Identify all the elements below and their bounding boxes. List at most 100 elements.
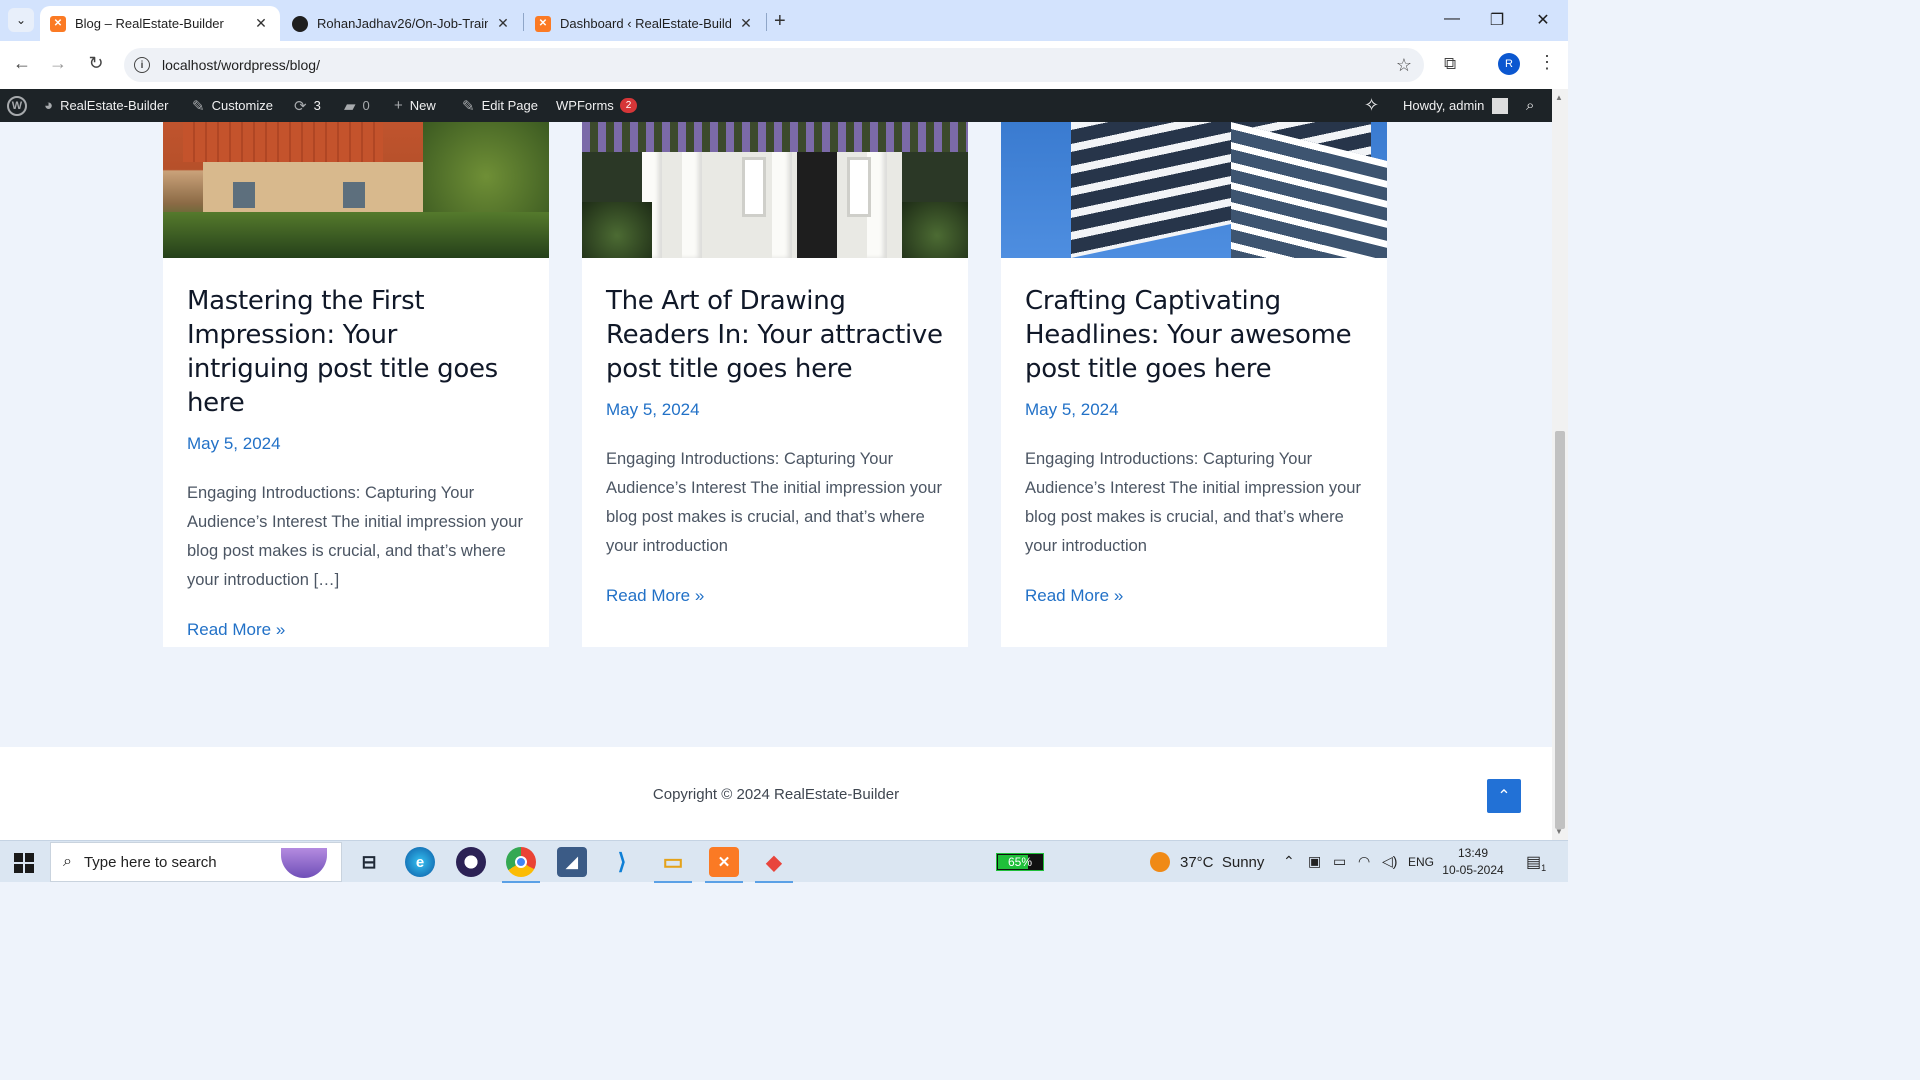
task-view-icon[interactable]: ⊟ bbox=[354, 847, 384, 877]
xampp-icon[interactable]: ✕ bbox=[705, 847, 743, 883]
dashboard-gauge-icon: ◕ bbox=[44, 97, 54, 114]
plus-icon: + bbox=[394, 97, 403, 114]
post-card: Mastering the First Impression: Your int… bbox=[163, 122, 549, 647]
browser-tab-dashboard[interactable]: ✕ Dashboard ‹ RealEstate-Builder ✕ bbox=[525, 6, 765, 41]
admin-bar-site-name[interactable]: ◕ RealEstate-Builder bbox=[44, 89, 168, 122]
system-clock[interactable]: 13:49 10-05-2024 bbox=[1440, 845, 1506, 879]
battery-icon[interactable]: ▭ bbox=[1333, 853, 1346, 870]
extensions-icon[interactable]: ⧉ bbox=[1444, 54, 1456, 74]
wifi-icon[interactable]: ◠ bbox=[1358, 853, 1370, 870]
post-title[interactable]: The Art of Drawing Readers In: Your attr… bbox=[606, 284, 944, 386]
read-more-link[interactable]: Read More » bbox=[1025, 586, 1123, 606]
ai-sparkle-icon[interactable]: ✧ bbox=[1364, 89, 1379, 122]
new-tab-icon[interactable]: + bbox=[774, 10, 786, 33]
new-label: New bbox=[409, 98, 436, 113]
site-name-label: RealEstate-Builder bbox=[60, 98, 169, 113]
paintbrush-icon: ✎ bbox=[192, 97, 205, 115]
edge-icon[interactable]: e bbox=[405, 847, 435, 877]
profile-avatar[interactable]: R bbox=[1498, 53, 1520, 75]
updates-icon: ⟳ bbox=[294, 97, 307, 115]
show-hidden-icons-icon[interactable]: ⌃ bbox=[1283, 853, 1295, 870]
read-more-link[interactable]: Read More » bbox=[187, 620, 285, 640]
forward-icon[interactable]: → bbox=[46, 53, 70, 74]
back-icon[interactable]: ← bbox=[10, 53, 34, 74]
clock-time: 13:49 bbox=[1457, 846, 1489, 860]
browser-tab-strip: ⌄ ✕ Blog – RealEstate-Builder ✕ RohanJad… bbox=[0, 0, 1568, 41]
bookmark-star-icon[interactable]: ☆ bbox=[1396, 55, 1412, 76]
pencil-icon: ✎ bbox=[462, 97, 475, 115]
close-tab-icon[interactable]: ✕ bbox=[252, 15, 270, 32]
battery-percent: 65% bbox=[1007, 855, 1033, 869]
windows-start-icon[interactable] bbox=[14, 853, 34, 873]
search-icon: ⌕ bbox=[63, 853, 72, 870]
mysql-workbench-icon[interactable]: ◢ bbox=[557, 847, 587, 877]
clock-date: 10-05-2024 bbox=[1442, 863, 1504, 877]
eclipse-icon[interactable] bbox=[456, 847, 486, 877]
read-more-link[interactable]: Read More » bbox=[606, 586, 704, 606]
post-date[interactable]: May 5, 2024 bbox=[1025, 400, 1363, 420]
search-icon[interactable]: ⌕ bbox=[1526, 89, 1534, 122]
browser-tab-github[interactable]: RohanJadhav26/On-Job-Trainin ✕ bbox=[282, 6, 522, 41]
file-explorer-icon[interactable]: ▭ bbox=[654, 847, 692, 883]
chevron-up-icon: ⌃ bbox=[1497, 788, 1511, 805]
admin-bar-wpforms[interactable]: WPForms 2 bbox=[556, 89, 638, 122]
edit-page-label: Edit Page bbox=[481, 98, 538, 113]
vscode-icon[interactable]: ⟩ bbox=[607, 847, 637, 877]
minimize-icon[interactable]: — bbox=[1437, 10, 1467, 28]
tab-search-icon[interactable]: ⌄ bbox=[8, 8, 34, 32]
browser-tab-blog[interactable]: ✕ Blog – RealEstate-Builder ✕ bbox=[40, 6, 280, 41]
close-tab-icon[interactable]: ✕ bbox=[737, 15, 755, 32]
restore-icon[interactable]: ❐ bbox=[1482, 10, 1512, 30]
post-date[interactable]: May 5, 2024 bbox=[606, 400, 944, 420]
reload-icon[interactable]: ↻ bbox=[84, 53, 108, 74]
windows-taskbar: ⌕ Type here to search ⊟ e ◢ ⟩ ▭ ✕ ◆ 65% … bbox=[0, 840, 1568, 883]
wordpress-logo-icon[interactable]: W bbox=[7, 89, 27, 122]
notification-center-icon[interactable]: ▤1 bbox=[1526, 852, 1546, 873]
close-window-icon[interactable]: ✕ bbox=[1528, 10, 1558, 30]
weather-widget[interactable]: 37°C Sunny bbox=[1150, 852, 1264, 872]
tab-divider bbox=[523, 13, 524, 31]
battery-indicator[interactable]: 65% bbox=[996, 853, 1044, 871]
admin-bar-updates[interactable]: ⟳ 3 bbox=[294, 89, 321, 122]
admin-bar-edit-page[interactable]: ✎ Edit Page bbox=[462, 89, 538, 122]
admin-bar-comments[interactable]: ▰ 0 bbox=[344, 89, 370, 122]
post-date[interactable]: May 5, 2024 bbox=[187, 434, 525, 454]
wpforms-label: WPForms bbox=[556, 98, 614, 113]
gitkraken-icon[interactable]: ◆ bbox=[755, 847, 793, 883]
weather-text: 37°C Sunny bbox=[1180, 853, 1265, 871]
site-info-icon[interactable]: i bbox=[134, 57, 150, 73]
customize-label: Customize bbox=[211, 98, 273, 113]
scroll-up-arrow-icon[interactable]: ▲ bbox=[1555, 93, 1563, 102]
admin-bar-new[interactable]: + New bbox=[394, 89, 436, 122]
comments-count: 0 bbox=[362, 98, 370, 113]
browser-menu-icon[interactable]: ⋮ bbox=[1538, 52, 1556, 73]
page-scrollbar[interactable]: ▲ ▼ bbox=[1552, 89, 1568, 840]
xampp-icon: ✕ bbox=[535, 15, 551, 32]
url-text[interactable]: localhost/wordpress/blog/ bbox=[162, 57, 320, 73]
volume-icon[interactable]: ◁) bbox=[1382, 853, 1397, 870]
chrome-icon[interactable] bbox=[502, 847, 540, 883]
scrollbar-thumb[interactable] bbox=[1555, 431, 1565, 829]
language-indicator[interactable]: ENG bbox=[1408, 855, 1434, 869]
address-bar[interactable]: i localhost/wordpress/blog/ ☆ bbox=[124, 48, 1424, 82]
post-thumbnail[interactable] bbox=[582, 122, 968, 258]
post-thumbnail[interactable] bbox=[163, 122, 549, 258]
admin-bar-customize[interactable]: ✎ Customize bbox=[192, 89, 273, 122]
wp-admin-bar: W ◕ RealEstate-Builder ✎ Customize ⟳ 3 ▰… bbox=[0, 89, 1568, 122]
post-title[interactable]: Mastering the First Impression: Your int… bbox=[187, 284, 525, 420]
sun-icon bbox=[1150, 852, 1170, 872]
meet-now-icon[interactable]: ▣ bbox=[1308, 853, 1321, 870]
scroll-to-top-button[interactable]: ⌃ bbox=[1487, 779, 1521, 813]
post-title[interactable]: Crafting Captivating Headlines: Your awe… bbox=[1025, 284, 1363, 386]
post-thumbnail[interactable] bbox=[1001, 122, 1387, 258]
close-tab-icon[interactable]: ✕ bbox=[494, 15, 512, 32]
xampp-icon: ✕ bbox=[50, 15, 66, 32]
taskbar-search-box[interactable]: ⌕ Type here to search bbox=[50, 842, 342, 882]
comment-icon: ▰ bbox=[344, 97, 356, 115]
search-highlight-icon bbox=[281, 848, 327, 878]
post-card: The Art of Drawing Readers In: Your attr… bbox=[582, 122, 968, 647]
notification-count: 1 bbox=[1541, 863, 1547, 874]
admin-bar-my-account[interactable]: Howdy, admin bbox=[1403, 89, 1509, 122]
post-card: Crafting Captivating Headlines: Your awe… bbox=[1001, 122, 1387, 647]
scroll-down-arrow-icon[interactable]: ▼ bbox=[1555, 827, 1563, 836]
